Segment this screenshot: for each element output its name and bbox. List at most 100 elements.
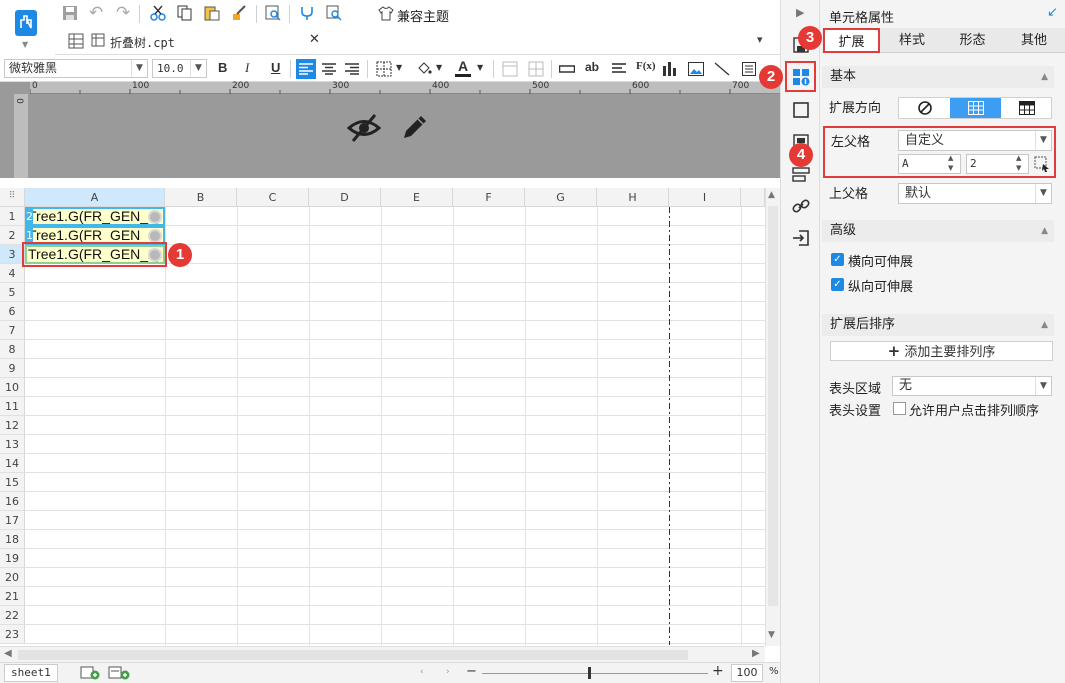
column-header-e[interactable]: E [381,188,453,207]
edit-pencil-icon[interactable] [398,110,432,144]
tab-expand[interactable]: 扩展 [823,28,880,53]
row-header[interactable]: 20 [0,568,25,587]
row-header[interactable]: 12 [0,416,25,435]
zoom-slider-handle[interactable] [588,667,591,679]
vertical-expand-checkbox[interactable]: ✓ [831,278,844,291]
row-header[interactable]: 19 [0,549,25,568]
italic-button[interactable]: I [245,60,249,76]
app-logo-icon[interactable] [15,10,37,36]
scroll-up-icon[interactable]: ▲ [768,190,775,200]
vertical-expand-icon[interactable] [950,98,1001,118]
left-parent-select[interactable]: 自定义 ▼ [898,130,1052,151]
column-header-d[interactable]: D [309,188,381,207]
next-sheet-icon[interactable]: › [446,667,450,677]
section-basic[interactable]: 基本 ▲ [822,66,1054,88]
fill-color-icon[interactable] [414,59,434,79]
border-attribute-icon[interactable] [790,99,812,121]
file-tab[interactable]: 折叠树.cpt ✕ [89,28,325,54]
sheet-tab[interactable]: sheet1 [4,664,58,682]
redo-icon[interactable]: ↷ [114,3,132,23]
merge-cell-icon[interactable] [500,59,520,79]
copy-icon[interactable] [176,4,194,22]
link-icon[interactable] [790,195,812,217]
chevron-down-icon[interactable]: ▼ [396,63,402,72]
hide-eye-icon[interactable] [346,110,382,146]
horizontal-scrollbar[interactable]: ◀ ▶ [0,646,765,662]
import-icon[interactable] [790,227,812,249]
zoom-input[interactable]: 100 [731,664,763,682]
shirt-icon[interactable] [377,4,395,22]
bold-button[interactable]: B [218,60,227,75]
vertical-scrollbar[interactable]: ▲ ▼ [765,188,780,646]
row-header[interactable]: 1 [0,207,25,226]
add-sheet-icon[interactable] [80,665,100,681]
h-scrollbar-thumb[interactable] [18,650,688,660]
column-header-b[interactable]: B [165,188,237,207]
tab-style[interactable]: 样式 [882,28,942,53]
font-size-select[interactable]: 10.0 ▼ [152,59,207,78]
spinner-up-icon[interactable]: ▲ [948,154,953,162]
close-tab-icon[interactable]: ✕ [309,32,320,47]
zoom-in-icon[interactable]: + [712,663,724,679]
expand-panel-icon[interactable]: ▶ [796,6,804,19]
text-tool-button[interactable]: ab [585,60,599,74]
row-header[interactable]: 11 [0,397,25,416]
row-header[interactable]: 13 [0,435,25,454]
add-sort-button[interactable]: + 添加主要排列序 [830,341,1053,361]
font-color-icon[interactable]: A [455,58,471,78]
row-header[interactable]: 17 [0,511,25,530]
row-header[interactable]: 6 [0,302,25,321]
border-icon[interactable] [374,59,394,79]
row-header[interactable]: 16 [0,492,25,511]
tab-shape[interactable]: 形态 [942,28,1003,53]
align-center-icon[interactable] [319,59,339,79]
format-brush-icon[interactable] [230,4,248,22]
gear-icon[interactable] [148,210,162,224]
row-header[interactable]: 10 [0,378,25,397]
collapse-panel-icon[interactable]: ↙ [1047,5,1058,20]
prev-sheet-icon[interactable]: ‹ [420,667,424,677]
tab-menu-icon[interactable]: ▾ [757,33,763,46]
preview-icon[interactable] [264,4,282,22]
slash-line-icon[interactable] [712,59,732,79]
chevron-down-icon[interactable]: ▼ [477,63,483,72]
bar-chart-icon[interactable] [660,59,680,79]
spinner-up-icon[interactable]: ▲ [1016,154,1021,162]
column-header-g[interactable]: G [525,188,597,207]
select-all-corner[interactable]: ⠿ [0,188,25,207]
scroll-down-icon[interactable]: ▼ [768,630,775,640]
zoom-out-icon[interactable]: − [466,664,477,679]
chevron-down-icon[interactable]: ▼ [436,63,442,72]
paste-icon[interactable] [203,4,221,22]
paragraph-icon[interactable] [609,59,629,79]
row-header[interactable]: 5 [0,283,25,302]
add-form-sheet-icon[interactable] [108,665,130,681]
spinner-down-icon[interactable]: ▼ [948,164,953,172]
row-header[interactable]: 7 [0,321,25,340]
horizontal-expand-checkbox[interactable]: ✓ [831,253,844,266]
row-header[interactable]: 22 [0,606,25,625]
undo-icon[interactable]: ↶ [87,3,105,23]
header-area-select[interactable]: 无 ▼ [892,376,1052,396]
underline-button[interactable]: U [271,60,280,75]
column-header-f[interactable]: F [453,188,525,207]
sub-report-icon[interactable] [739,59,759,79]
row-header[interactable]: 9 [0,359,25,378]
scroll-left-icon[interactable]: ◀ [4,648,12,659]
left-parent-row-spinner[interactable]: 2 ▲ ▼ [966,154,1029,174]
scroll-right-icon[interactable]: ▶ [752,648,760,659]
textfield-icon[interactable] [557,59,577,79]
row-header[interactable]: 14 [0,454,25,473]
zoom-slider[interactable] [482,667,708,679]
save-icon[interactable] [61,4,79,22]
row-header[interactable]: 23 [0,625,25,644]
align-left-icon[interactable] [296,59,316,79]
grid-menu-icon[interactable] [67,32,85,50]
row-header[interactable]: 8 [0,340,25,359]
section-advanced[interactable]: 高级 ▲ [822,220,1054,242]
top-parent-select[interactable]: 默认 ▼ [898,183,1052,204]
cell-attribute-icon[interactable] [790,66,812,88]
theme-button-label[interactable]: 兼容主题 [397,6,449,25]
cell-a1[interactable]: Tree1.G(FR_GEN_0) 2 [25,207,165,226]
scrollbar-thumb[interactable] [768,206,778,606]
